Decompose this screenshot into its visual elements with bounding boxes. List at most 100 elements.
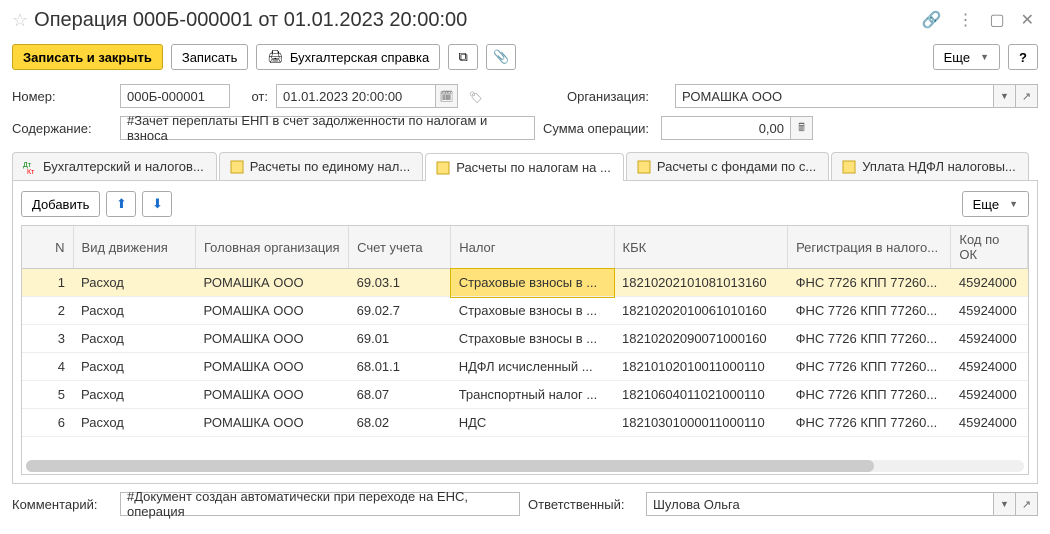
cell-org[interactable]: РОМАШКА ООО (196, 381, 349, 409)
col-kbk[interactable]: КБК (614, 226, 788, 269)
cell-kbk[interactable]: 18210202010061010160 (614, 297, 788, 325)
cell-kod[interactable]: 45924000 (951, 409, 1028, 437)
attachments-button[interactable] (486, 44, 516, 70)
cell-kbk[interactable]: 18210301000011000110 (614, 409, 788, 437)
cell-n[interactable]: 3 (22, 325, 73, 353)
tab-tax-calculations[interactable]: Расчеты по налогам на ... (425, 153, 624, 181)
data-table[interactable]: N Вид движения Головная организация Счет… (21, 225, 1029, 475)
tag-icon[interactable] (466, 89, 486, 104)
cell-vid[interactable]: Расход (73, 325, 195, 353)
cell-reg[interactable]: ФНС 7726 КПП 77260... (788, 269, 951, 297)
cell-kbk[interactable]: 18210102010011000110 (614, 353, 788, 381)
cell-n[interactable]: 2 (22, 297, 73, 325)
cell-kbk[interactable]: 18210202101081013160 (614, 269, 788, 297)
cell-n[interactable]: 6 (22, 409, 73, 437)
col-tax[interactable]: Налог (451, 226, 614, 269)
cell-org[interactable]: РОМАШКА ООО (196, 353, 349, 381)
cell-reg[interactable]: ФНС 7726 КПП 77260... (788, 353, 951, 381)
cell-kod[interactable]: 45924000 (951, 297, 1028, 325)
maximize-icon[interactable] (985, 8, 1008, 32)
cell-n[interactable]: 1 (22, 269, 73, 297)
cell-kod[interactable]: 45924000 (951, 325, 1028, 353)
tab-fund-calculations[interactable]: Расчеты с фондами по с... (626, 152, 829, 180)
cell-kod[interactable]: 45924000 (951, 381, 1028, 409)
cell-n[interactable]: 5 (22, 381, 73, 409)
number-input[interactable]: 000Б-000001 (120, 84, 230, 108)
save-button[interactable]: Записать (171, 44, 249, 70)
cell-kbk[interactable]: 18210202090071000160 (614, 325, 788, 353)
cell-vid[interactable]: Расход (73, 297, 195, 325)
cell-vid[interactable]: Расход (73, 381, 195, 409)
cell-acc[interactable]: 68.01.1 (349, 353, 451, 381)
calendar-button[interactable] (436, 84, 458, 108)
cell-reg[interactable]: ФНС 7726 КПП 77260... (788, 381, 951, 409)
cell-n[interactable]: 4 (22, 353, 73, 381)
responsible-open-button[interactable]: ↗ (1016, 492, 1038, 516)
scroll-thumb[interactable] (26, 460, 874, 472)
cell-kod[interactable]: 45924000 (951, 353, 1028, 381)
cell-tax[interactable]: Транспортный налог ... (451, 381, 614, 409)
move-up-button[interactable]: ⬆ (106, 191, 136, 217)
calc-button[interactable] (791, 116, 813, 140)
cell-org[interactable]: РОМАШКА ООО (196, 269, 349, 297)
cell-org[interactable]: РОМАШКА ООО (196, 409, 349, 437)
cell-vid[interactable]: Расход (73, 269, 195, 297)
cell-tax[interactable]: Страховые взносы в ... (451, 297, 614, 325)
cell-vid[interactable]: Расход (73, 409, 195, 437)
responsible-input[interactable]: Шулова Ольга (646, 492, 994, 516)
cell-tax[interactable]: НДФЛ исчисленный ... (451, 353, 614, 381)
date-input[interactable]: 01.01.2023 20:00:00 (276, 84, 436, 108)
org-dropdown-button[interactable]: ▼ (994, 84, 1016, 108)
responsible-dropdown-button[interactable]: ▼ (994, 492, 1016, 516)
move-down-button[interactable]: ⬇ (142, 191, 172, 217)
tab-ndfl-payment[interactable]: Уплата НДФЛ налоговы... (831, 152, 1029, 180)
cell-reg[interactable]: ФНС 7726 КПП 77260... (788, 409, 951, 437)
table-row[interactable]: 2РасходРОМАШКА ООО69.02.7Страховые взнос… (22, 297, 1028, 325)
table-row[interactable]: 5РасходРОМАШКА ООО68.07Транспортный нало… (22, 381, 1028, 409)
accounting-report-button[interactable]: Бухгалтерская справка (256, 44, 440, 70)
table-row[interactable]: 4РасходРОМАШКА ООО68.01.1НДФЛ исчисленны… (22, 353, 1028, 381)
cell-org[interactable]: РОМАШКА ООО (196, 297, 349, 325)
cell-acc[interactable]: 69.02.7 (349, 297, 451, 325)
col-vid[interactable]: Вид движения (73, 226, 195, 269)
cell-org[interactable]: РОМАШКА ООО (196, 325, 349, 353)
cell-kod[interactable]: 45924000 (951, 269, 1028, 297)
col-org[interactable]: Головная организация (196, 226, 349, 269)
table-row[interactable]: 1РасходРОМАШКА ООО69.03.1Страховые взнос… (22, 269, 1028, 297)
org-open-button[interactable]: ↗ (1016, 84, 1038, 108)
cell-kbk[interactable]: 18210604011021000110 (614, 381, 788, 409)
add-row-button[interactable]: Добавить (21, 191, 100, 217)
org-input[interactable]: РОМАШКА ООО (675, 84, 994, 108)
cell-vid[interactable]: Расход (73, 353, 195, 381)
horizontal-scrollbar[interactable] (26, 460, 1024, 472)
copy-structure-button[interactable] (448, 44, 478, 70)
favorite-icon[interactable]: ☆ (12, 10, 28, 31)
help-button[interactable] (1008, 44, 1038, 70)
col-reg[interactable]: Регистрация в налого... (788, 226, 951, 269)
content-input[interactable]: #Зачет переплаты ЕНП в счет задолженност… (120, 116, 535, 140)
cell-tax[interactable]: НДС (451, 409, 614, 437)
table-row[interactable]: 6РасходРОМАШКА ООО68.02НДС18210301000011… (22, 409, 1028, 437)
cell-acc[interactable]: 69.03.1 (349, 269, 451, 297)
col-acc[interactable]: Счет учета (349, 226, 451, 269)
save-close-button[interactable]: Записать и закрыть (12, 44, 163, 70)
sum-input[interactable]: 0,00 (661, 116, 791, 140)
cell-acc[interactable]: 69.01 (349, 325, 451, 353)
col-n[interactable]: N (22, 226, 73, 269)
col-kod[interactable]: Код по ОК (951, 226, 1028, 269)
cell-acc[interactable]: 68.07 (349, 381, 451, 409)
cell-tax[interactable]: Страховые взносы в ... (451, 269, 614, 297)
comment-input[interactable]: #Документ создан автоматически при перех… (120, 492, 520, 516)
cell-acc[interactable]: 68.02 (349, 409, 451, 437)
tab-unified-tax[interactable]: Расчеты по единому нал... (219, 152, 423, 180)
cell-reg[interactable]: ФНС 7726 КПП 77260... (788, 325, 951, 353)
kebab-menu-icon[interactable] (953, 8, 977, 32)
more-button[interactable]: Еще ▼ (933, 44, 1000, 70)
cell-tax[interactable]: Страховые взносы в ... (451, 325, 614, 353)
table-row[interactable]: 3РасходРОМАШКА ООО69.01Страховые взносы … (22, 325, 1028, 353)
close-icon[interactable] (1017, 8, 1038, 32)
table-more-button[interactable]: Еще ▼ (962, 191, 1029, 217)
link-icon[interactable] (918, 8, 946, 32)
cell-reg[interactable]: ФНС 7726 КПП 77260... (788, 297, 951, 325)
tab-accounting[interactable]: ДтКт Бухгалтерский и налогов... (12, 152, 217, 180)
